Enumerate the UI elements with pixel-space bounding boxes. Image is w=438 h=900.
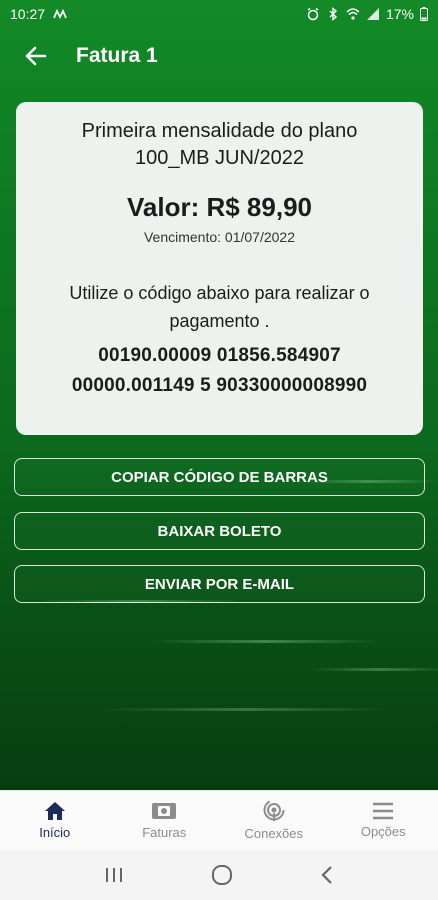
home-circle-icon[interactable] — [211, 864, 233, 886]
nav-label-inicio: Início — [39, 825, 71, 840]
status-time: 10:27 — [10, 6, 46, 22]
barcode-line-2: 00000.001149 5 90330000008990 — [71, 375, 368, 396]
nav-item-opcoes[interactable]: Opções — [329, 791, 438, 850]
barcode-number[interactable]: 00190.00009 01856.584907 00000.001149 5 … — [16, 341, 423, 401]
copy-barcode-button[interactable]: COPIAR CÓDIGO DE BARRAS — [14, 458, 425, 496]
system-navigation-bar — [0, 850, 438, 900]
plan-description: Primeira mensalidade do plano 100_MB JUN… — [81, 120, 358, 169]
nav-label-opcoes: Opções — [360, 824, 406, 839]
invoice-amount: Valor: R$ 89,90 — [127, 192, 312, 222]
download-boleto-button[interactable]: BAIXAR BOLETO — [14, 512, 425, 550]
wifi-icon — [346, 8, 360, 20]
signal-icon — [366, 8, 379, 20]
bottom-navigation: Início Faturas Conexões Opções — [0, 790, 438, 850]
background-streak — [150, 640, 380, 643]
invoice-card: Primeira mensalidade do plano 100_MB JUN… — [16, 102, 423, 435]
background-streak — [310, 668, 438, 671]
app-bar: Fatura 1 — [0, 28, 438, 84]
menu-icon — [373, 802, 394, 820]
page-title: Fatura 1 — [76, 44, 158, 67]
app-notification-icon — [53, 8, 67, 20]
barcode-line-1: 00190.00009 01856.584907 — [98, 345, 341, 366]
due-date: Vencimento: 01/07/2022 — [143, 229, 295, 245]
connections-icon — [263, 800, 285, 821]
alarm-icon — [307, 7, 319, 21]
background-streak — [100, 708, 390, 711]
bluetooth-icon — [329, 7, 338, 21]
nav-item-inicio[interactable]: Início — [0, 791, 110, 850]
back-chevron-icon[interactable] — [320, 865, 334, 885]
battery-percent: 17% — [385, 6, 414, 22]
battery-icon — [420, 7, 428, 21]
nav-item-faturas[interactable]: Faturas — [110, 791, 220, 850]
bill-icon — [152, 803, 177, 819]
status-bar: 10:27 17% — [0, 0, 438, 28]
recent-apps-icon[interactable] — [104, 866, 124, 884]
payment-instructions: Utilize o código abaixo para realizar o … — [69, 283, 370, 331]
nav-label-faturas: Faturas — [142, 825, 187, 840]
back-button[interactable] — [18, 38, 54, 74]
arrow-left-icon — [25, 46, 47, 66]
nav-item-conexoes[interactable]: Conexões — [219, 791, 329, 850]
home-icon — [44, 802, 65, 820]
nav-label-conexoes: Conexões — [244, 826, 304, 841]
send-email-button[interactable]: ENVIAR POR E-MAIL — [14, 565, 425, 603]
